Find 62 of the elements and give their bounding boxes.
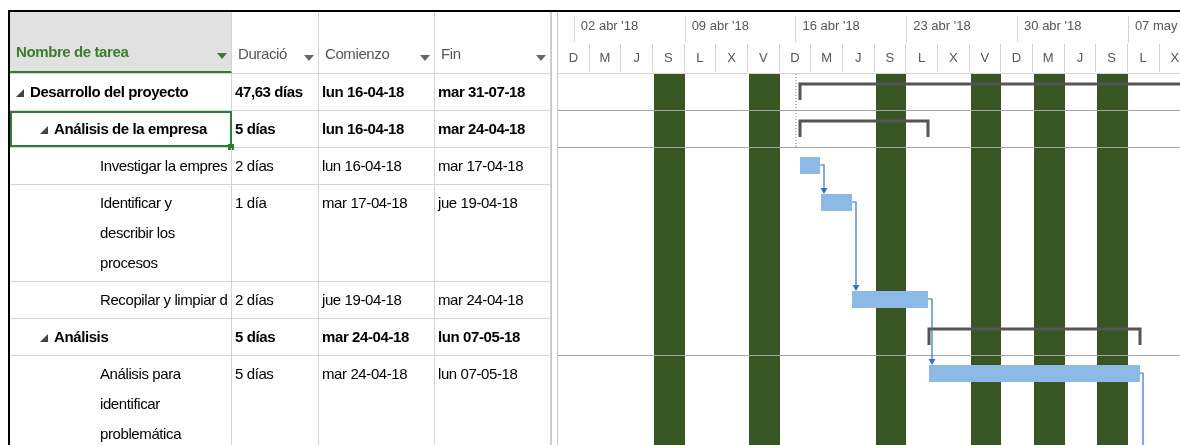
table-cell: jue 19-04-18 <box>319 282 435 318</box>
task-name: Análisis <box>54 327 109 347</box>
table-cell: lun 07-05-18 <box>435 319 551 355</box>
table-cell: lun 16-04-18 <box>319 74 435 110</box>
task-name: Desarrollo del proyecto <box>30 82 189 102</box>
task-name: Análisis de la empresa <box>54 119 207 139</box>
day-label: X <box>937 44 970 72</box>
day-label: S <box>652 44 685 72</box>
table-cell: mar 24-04-18 <box>319 319 435 355</box>
task-name-cell[interactable]: Desarrollo del proyecto <box>10 74 232 110</box>
task-name: Recopilar y limpiar d <box>100 290 228 310</box>
table-cell: mar 24-04-18 <box>319 356 435 445</box>
table-cell: 5 días <box>232 111 319 147</box>
week-label: 16 abr '18 <box>795 16 860 42</box>
week-label: 30 abr '18 <box>1017 16 1082 42</box>
table-cell: mar 17-04-18 <box>435 148 551 184</box>
day-label: L <box>684 44 717 72</box>
week-label: 23 abr '18 <box>906 16 971 42</box>
day-label: S <box>1096 44 1128 72</box>
column-header[interactable]: Nombre de tarea <box>10 12 232 73</box>
day-label: J <box>1064 44 1097 72</box>
table-cell: 5 días <box>232 356 319 445</box>
day-label: L <box>1127 44 1160 72</box>
table-cell: 2 días <box>232 148 319 184</box>
task-name: Análisis para identificar problemática <box>100 364 183 444</box>
day-label: J <box>842 44 875 72</box>
table-cell: mar 24-04-18 <box>435 282 551 318</box>
day-label: S <box>874 44 907 72</box>
table-cell: 47,63 días <box>232 74 319 110</box>
week-label: 07 may <box>1127 16 1178 42</box>
day-label: X <box>1159 44 1180 72</box>
day-label: V <box>969 44 1002 72</box>
day-label: D <box>779 44 812 72</box>
week-label: 09 abr '18 <box>684 16 750 42</box>
task-name-cell[interactable]: Recopilar y limpiar d <box>10 282 232 318</box>
day-label: X <box>716 44 748 72</box>
task-name: Investigar la empres <box>100 156 228 176</box>
day-label: D <box>1001 44 1033 72</box>
day-label: M <box>589 44 622 72</box>
task-name-cell[interactable]: Identificar y describir los procesos <box>10 185 232 281</box>
task-name-cell[interactable]: Análisis para identificar problemática <box>10 356 232 445</box>
table-cell: mar 24-04-18 <box>435 111 551 147</box>
day-label: M <box>811 44 843 72</box>
table-cell: mar 17-04-18 <box>319 185 435 281</box>
day-label: J <box>621 44 653 72</box>
day-label: D <box>558 44 590 72</box>
task-name-cell[interactable]: Análisis de la empresa <box>10 111 232 147</box>
table-cell: mar 31-07-18 <box>435 74 551 110</box>
task-name-cell[interactable]: Análisis <box>10 319 232 355</box>
task-name: Identificar y describir los procesos <box>100 193 176 273</box>
day-label: M <box>1032 44 1065 72</box>
task-name-cell[interactable]: Investigar la empres <box>10 148 232 184</box>
table-cell: 1 día <box>232 185 319 281</box>
table-cell: lun 07-05-18 <box>435 356 551 445</box>
day-label: L <box>906 44 938 72</box>
table-cell: 5 días <box>232 319 319 355</box>
day-label: V <box>747 44 780 72</box>
table-cell: 2 días <box>232 282 319 318</box>
week-label: 02 abr '18 <box>573 16 639 42</box>
table-cell: jue 19-04-18 <box>435 185 551 281</box>
table-cell: lun 16-04-18 <box>319 111 435 147</box>
table-cell: lun 16-04-18 <box>319 148 435 184</box>
